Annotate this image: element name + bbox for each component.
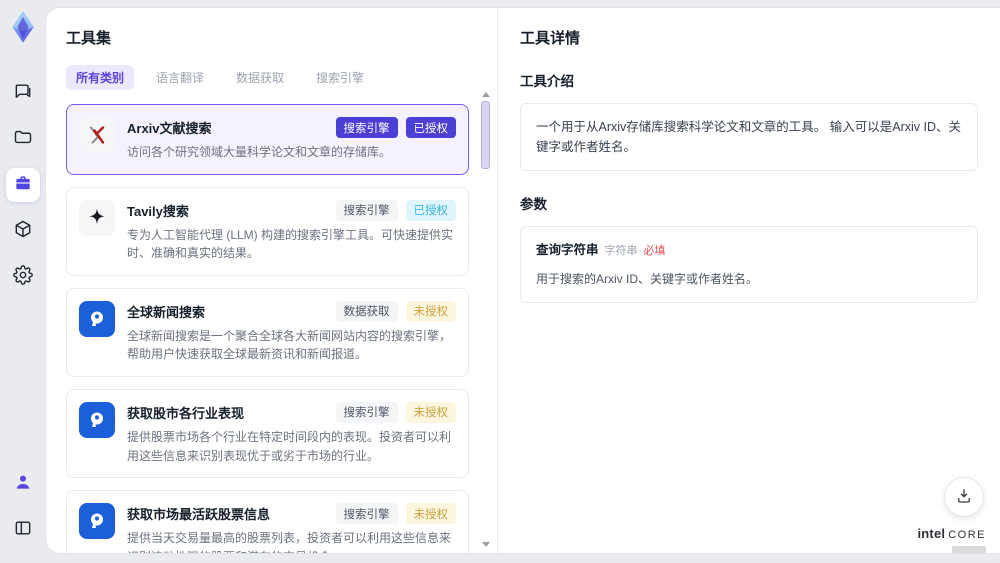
user-icon — [13, 472, 33, 497]
auth-status-badge: 未授权 — [405, 503, 456, 525]
sidebar-item-files[interactable] — [6, 122, 40, 156]
category-tabs: 所有类别 语言翻译 数据获取 搜索引擎 — [66, 65, 497, 90]
tool-description: 提供当天交易量最高的股票列表，投资者可以利用这些信息来识别流动性强的股票和潜在的… — [127, 531, 452, 553]
params-heading: 参数 — [520, 197, 547, 212]
tool-card-1[interactable]: Tavily搜索 搜索引擎 已授权 专为人工智能代理 (LLM) 构建的搜索引擎… — [66, 186, 469, 276]
folder-icon — [13, 127, 33, 152]
auth-status-badge: 已授权 — [405, 199, 456, 221]
tool-description: 专为人工智能代理 (LLM) 构建的搜索引擎工具。可快速提供实时、准确和真实的结… — [127, 227, 454, 261]
tool-description: 访问各个研究领域大量科学论文和文章的存储库。 — [127, 145, 392, 159]
search-blue-icon — [79, 401, 115, 438]
app-logo — [6, 10, 40, 44]
brand-secondary: CORE — [948, 529, 986, 542]
sparkle-icon — [79, 199, 115, 236]
tab-2[interactable]: 数据获取 — [226, 65, 294, 90]
intro-heading: 工具介绍 — [520, 74, 574, 89]
tool-name: 全球新闻搜索 — [127, 304, 206, 320]
tool-list: Arxiv文献搜索 搜索引擎 已授权 访问各个研究领域大量科学论文和文章的存储库… — [66, 104, 497, 553]
tool-description: 全球新闻搜索是一个聚合全球各大新闻网站内容的搜索引擎，帮助用户快速获取全球最新资… — [127, 328, 452, 362]
scroll-down-arrow-icon[interactable] — [482, 542, 490, 547]
tool-card-4[interactable]: 获取市场最活跃股票信息 搜索引擎 未授权 提供当天交易量最高的股票列表，投资者可… — [66, 490, 469, 553]
sidebar — [0, 0, 46, 563]
tool-card-2[interactable]: 全球新闻搜索 数据获取 未授权 全球新闻搜索是一个聚合全球各大新闻网站内容的搜索… — [66, 287, 469, 377]
search-blue-icon — [79, 300, 115, 337]
param-required-badge: 必填 — [643, 245, 666, 257]
download-icon — [955, 487, 973, 508]
cube-icon — [13, 219, 33, 244]
intel-core-logo: intel CORE — [917, 525, 986, 553]
gear-icon — [13, 264, 33, 290]
intro-text: 一个用于从Arxiv存储库搜索科学论文和文章的工具。 输入可以是Arxiv ID… — [536, 120, 962, 154]
download-button[interactable] — [944, 477, 984, 517]
sidebar-item-packages[interactable] — [6, 214, 40, 248]
brand-sub-bar — [952, 546, 986, 553]
search-blue-icon — [79, 503, 115, 540]
tool-name: Tavily搜索 — [127, 203, 189, 219]
tool-description: 提供股票市场各个行业在特定时间段内的表现。投资者可以利用这些信息来识别表现优于或… — [127, 429, 452, 463]
scroll-up-arrow-icon[interactable] — [482, 92, 490, 97]
tab-1[interactable]: 语言翻译 — [146, 65, 214, 90]
chat-icon — [13, 81, 33, 106]
intro-box: 一个用于从Arxiv存储库搜索科学论文和文章的工具。 输入可以是Arxiv ID… — [520, 103, 978, 171]
sidebar-item-settings[interactable] — [6, 260, 40, 294]
sidebar-collapse[interactable] — [6, 513, 40, 547]
scrollbar[interactable] — [481, 92, 491, 547]
category-badge: 搜索引擎 — [335, 503, 398, 525]
auth-status-badge: 已授权 — [405, 117, 456, 138]
brand-primary: intel — [917, 526, 946, 542]
tool-name: Arxiv文献搜索 — [127, 121, 212, 136]
param-name: 查询字符串 — [536, 243, 599, 257]
tab-0[interactable]: 所有类别 — [66, 65, 135, 90]
param-box: 查询字符串 字符串 必填 用于搜索的Arxiv ID、关键字或作者姓名。 — [520, 226, 978, 303]
tool-details-pane: 工具详情 工具介绍 一个用于从Arxiv存储库搜索科学论文和文章的工具。 输入可… — [498, 8, 1000, 553]
tool-name: 获取股市各行业表现 — [127, 405, 245, 421]
tool-card-0[interactable]: Arxiv文献搜索 搜索引擎 已授权 访问各个研究领域大量科学论文和文章的存储库… — [66, 104, 469, 175]
category-badge: 搜索引擎 — [335, 401, 398, 423]
briefcase-icon — [13, 173, 33, 198]
category-badge: 搜索引擎 — [335, 117, 398, 138]
arxiv-icon — [79, 117, 115, 153]
sidebar-item-tools[interactable] — [6, 168, 40, 202]
details-title: 工具详情 — [520, 30, 581, 47]
tool-list-pane: 工具集 所有类别 语言翻译 数据获取 搜索引擎 Arxiv文献搜索 搜索引擎 已授权 … — [46, 8, 498, 553]
category-badge: 搜索引擎 — [335, 199, 398, 221]
sidebar-item-chat[interactable] — [6, 76, 40, 110]
scrollbar-thumb[interactable] — [481, 101, 490, 169]
tool-name: 获取市场最活跃股票信息 — [127, 507, 271, 523]
page-title: 工具集 — [66, 30, 112, 47]
user-avatar[interactable] — [6, 467, 40, 501]
auth-status-badge: 未授权 — [405, 401, 456, 423]
auth-status-badge: 未授权 — [405, 300, 456, 322]
param-description: 用于搜索的Arxiv ID、关键字或作者姓名。 — [536, 271, 759, 286]
tool-card-3[interactable]: 获取股市各行业表现 搜索引擎 未授权 提供股票市场各个行业在特定时间段内的表现。… — [66, 388, 469, 479]
param-type: 字符串 — [604, 245, 638, 257]
panel-icon — [13, 518, 33, 543]
main-panel: 工具集 所有类别 语言翻译 数据获取 搜索引擎 Arxiv文献搜索 搜索引擎 已授权 … — [46, 8, 1000, 553]
category-badge: 数据获取 — [335, 300, 398, 322]
app-window: 工具集 所有类别 语言翻译 数据获取 搜索引擎 Arxiv文献搜索 搜索引擎 已授权 … — [0, 0, 1000, 563]
tab-3[interactable]: 搜索引擎 — [306, 65, 374, 90]
